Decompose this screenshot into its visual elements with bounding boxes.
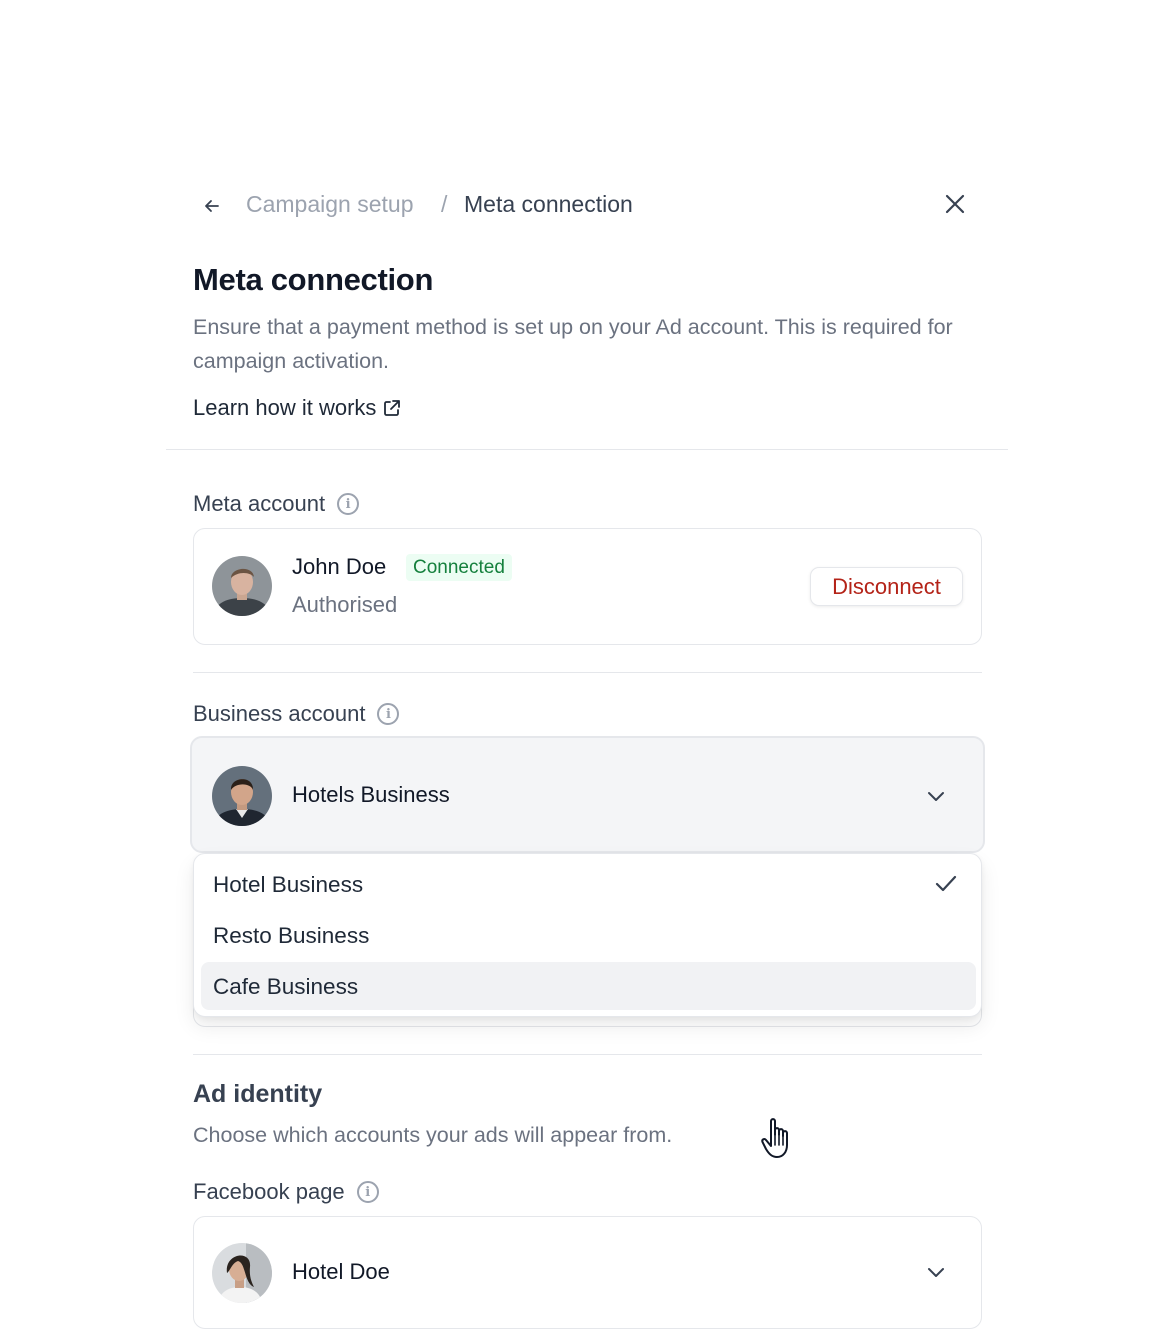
top-bar: Campaign setup / Meta connection: [166, 154, 1008, 254]
selected-facebook-page: Hotel Doe: [292, 1259, 390, 1284]
info-icon[interactable]: i: [377, 703, 400, 725]
info-icon[interactable]: i: [356, 1181, 379, 1203]
dropdown-option-label: Resto Business: [213, 923, 370, 948]
selected-business: Hotels Business: [292, 782, 450, 807]
back-button[interactable]: [196, 190, 228, 222]
meta-connection-panel: Campaign setup / Meta connection Meta co…: [166, 154, 1008, 1340]
dropdown-option[interactable]: Cafe Business: [201, 962, 976, 1010]
ad-identity-title: Ad identity: [193, 1080, 323, 1108]
close-icon: [945, 194, 965, 214]
hand-pointer-icon: [761, 1118, 788, 1158]
dropdown-option-label: Cafe Business: [213, 974, 359, 999]
chevron-down-icon: [928, 792, 944, 801]
external-link-icon: [384, 400, 401, 416]
meta-account-label: Meta account i: [193, 491, 360, 517]
learn-how-label: Learn how it works: [193, 395, 377, 420]
account-name: John Doe: [292, 554, 387, 579]
page-title: Meta connection: [193, 262, 434, 297]
arrow-left-icon: [205, 200, 219, 212]
check-icon: [935, 875, 957, 892]
meta-account-label-text: Meta account: [193, 491, 326, 516]
dropdown-option[interactable]: Hotel Business: [201, 860, 976, 908]
breadcrumb-current: Meta connection: [464, 191, 633, 217]
business-account-label: Business account i: [193, 701, 400, 727]
section-divider: [193, 1054, 982, 1055]
facebook-page-label-text: Facebook page: [193, 1179, 345, 1204]
avatar: [212, 556, 272, 616]
breadcrumb-parent[interactable]: Campaign setup: [246, 190, 414, 218]
page-description: Ensure that a payment method is set up o…: [193, 315, 953, 373]
chevron-down-icon: [928, 1268, 944, 1277]
dropdown-option-label: Hotel Business: [213, 872, 364, 897]
dropdown-option[interactable]: Resto Business: [201, 911, 976, 959]
section-divider: [193, 672, 982, 673]
business-account-label-text: Business account: [193, 701, 366, 726]
meta-account-card: John Doe Connected Authorised Disconnect: [193, 528, 982, 645]
disconnect-button[interactable]: Disconnect: [810, 567, 963, 606]
facebook-page-label: Facebook page i: [193, 1179, 379, 1205]
account-status: Authorised: [292, 592, 398, 617]
breadcrumb-separator: /: [441, 191, 448, 217]
avatar: [212, 1243, 272, 1303]
header-divider: [166, 449, 1008, 450]
close-button[interactable]: [938, 187, 972, 221]
info-icon[interactable]: i: [337, 493, 360, 515]
business-dropdown-menu: Hotel Business Resto Business Cafe Busin…: [193, 853, 982, 1017]
avatar: [212, 766, 272, 826]
status-badge: Connected: [406, 554, 512, 581]
facebook-page-select[interactable]: Hotel Doe: [193, 1216, 982, 1329]
business-account-select[interactable]: Hotels Business: [190, 736, 985, 853]
ad-identity-description: Choose which accounts your ads will appe…: [193, 1123, 673, 1147]
learn-how-link[interactable]: Learn how it works: [193, 395, 402, 421]
